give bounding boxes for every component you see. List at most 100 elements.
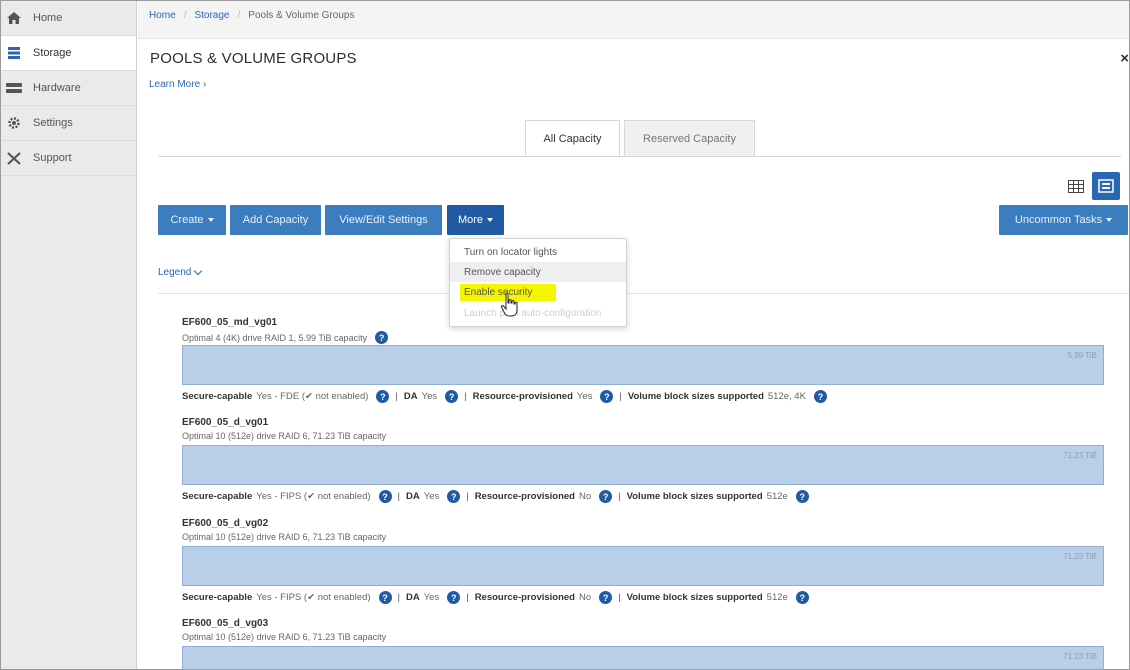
sidebar-item-label: Settings (33, 117, 73, 129)
secure-capable-key: Secure-capable (182, 391, 253, 402)
help-icon[interactable]: ? (599, 490, 613, 503)
pool-description-text: Optimal 10 (512e) drive RAID 6, 71.23 Ti… (182, 632, 387, 642)
hand-cursor-icon (500, 292, 520, 318)
da-key: DA (405, 491, 420, 502)
capacity-bar[interactable]: 5.99 TiB (182, 345, 1104, 385)
help-icon[interactable]: ? (795, 490, 809, 503)
da-value: Yes (423, 592, 440, 603)
breadcrumb-separator: / (237, 10, 241, 21)
sidebar-item-storage[interactable]: Storage (1, 36, 136, 71)
pool-name[interactable]: EF600_05_d_vg01 (182, 417, 268, 428)
breadcrumb-storage[interactable]: Storage (194, 10, 229, 21)
breadcrumb: Home / Storage / Pools & Volume Groups (149, 10, 354, 21)
sidebar-item-hardware[interactable]: Hardware (1, 71, 136, 106)
legend-label: Legend (158, 267, 192, 278)
help-icon[interactable]: ? (600, 390, 614, 403)
menu-item-locator-lights[interactable]: Turn on locator lights (450, 242, 626, 262)
chevron-down-icon (207, 218, 214, 222)
block-sizes-value: 512e (766, 592, 788, 603)
block-sizes-key: Volume block sizes supported (626, 592, 763, 603)
hardware-icon (3, 80, 25, 96)
view-edit-settings-button[interactable]: View/Edit Settings (325, 205, 442, 235)
pool-description-text: Optimal 10 (512e) drive RAID 6, 71.23 Ti… (182, 431, 387, 441)
pool-attributes: Secure-capable Yes - FIPS (✔ not enabled… (182, 591, 809, 604)
secure-capable-key: Secure-capable (182, 491, 253, 502)
capacity-bar[interactable]: 71.23 TiB (182, 646, 1104, 669)
help-icon[interactable]: ? (447, 591, 461, 604)
close-icon[interactable]: × (1120, 50, 1129, 67)
pool-description: Optimal 4 (4K) drive RAID 1, 5.99 TiB ca… (182, 331, 389, 344)
pool-name[interactable]: EF600_05_md_vg01 (182, 317, 277, 328)
tabs-divider (158, 156, 1121, 157)
sidebar-item-support[interactable]: Support (1, 141, 136, 176)
attribute-separator: | (619, 391, 622, 402)
chevron-down-icon (487, 218, 494, 222)
attribute-separator: | (466, 491, 469, 502)
help-icon[interactable]: ? (447, 490, 461, 503)
more-dropdown-menu: Turn on locator lights Remove capacity E… (449, 238, 627, 327)
app-window: Home Storage Hardware Settings Support H… (0, 0, 1130, 670)
resource-provisioned-value: Yes (576, 391, 593, 402)
attribute-separator: | (464, 391, 467, 402)
tab-reserved-capacity[interactable]: Reserved Capacity (624, 120, 755, 157)
help-icon[interactable]: ? (375, 331, 389, 344)
sidebar-item-label: Storage (33, 47, 72, 59)
capacity-bar[interactable]: 71.23 TiB (182, 546, 1104, 586)
help-icon[interactable]: ? (795, 591, 809, 604)
more-button-label: More (457, 214, 484, 226)
pool-attributes: Secure-capable Yes - FIPS (✔ not enabled… (182, 490, 809, 503)
capacity-label: 71.23 TiB (1063, 552, 1097, 561)
menu-item-enable-security[interactable]: Enable security (450, 282, 626, 302)
block-sizes-key: Volume block sizes supported (627, 391, 764, 402)
learn-more-link[interactable]: Learn More › (149, 79, 206, 90)
da-key: DA (405, 592, 420, 603)
pool-description-text: Optimal 10 (512e) drive RAID 6, 71.23 Ti… (182, 532, 387, 542)
sidebar-item-settings[interactable]: Settings (1, 106, 136, 141)
capacity-label: 71.23 TiB (1063, 652, 1097, 661)
pool-name[interactable]: EF600_05_d_vg02 (182, 518, 268, 529)
pool-description: Optimal 10 (512e) drive RAID 6, 71.23 Ti… (182, 632, 386, 642)
block-sizes-value: 512e (766, 491, 788, 502)
gear-icon (3, 115, 25, 131)
da-value: Yes (421, 391, 438, 402)
attribute-separator: | (618, 592, 621, 603)
menu-item-remove-capacity[interactable]: Remove capacity (450, 262, 626, 282)
capacity-label: 5.99 TiB (1067, 351, 1097, 360)
secure-capable-value: Yes - FDE (✔ not enabled) (256, 391, 369, 402)
help-icon[interactable]: ? (445, 390, 459, 403)
block-sizes-value: 512e, 4K (767, 391, 806, 402)
add-capacity-button[interactable]: Add Capacity (230, 205, 321, 235)
help-icon[interactable]: ? (378, 490, 392, 503)
sidebar-item-label: Home (33, 12, 63, 24)
uncommon-tasks-button[interactable]: Uncommon Tasks (999, 205, 1128, 235)
table-view-icon[interactable] (1062, 172, 1090, 200)
help-icon[interactable]: ? (813, 390, 827, 403)
topbar: Home / Storage / Pools & Volume Groups (138, 1, 1129, 39)
secure-capable-key: Secure-capable (182, 592, 253, 603)
resource-provisioned-key: Resource-provisioned (472, 391, 573, 402)
attribute-separator: | (395, 391, 398, 402)
help-icon[interactable]: ? (376, 390, 390, 403)
chevron-down-icon (1106, 218, 1113, 222)
create-button[interactable]: Create (158, 205, 226, 235)
more-button[interactable]: More (447, 205, 504, 235)
tools-icon (3, 150, 25, 166)
page-title: POOLS & VOLUME GROUPS (150, 50, 357, 67)
sidebar-item-home[interactable]: Home (1, 1, 136, 36)
pool-name[interactable]: EF600_05_d_vg03 (182, 618, 268, 629)
breadcrumb-separator: / (183, 10, 187, 21)
pool-attributes: Secure-capable Yes - FDE (✔ not enabled)… (182, 390, 827, 403)
tab-all-capacity[interactable]: All Capacity (525, 120, 620, 157)
sidebar-item-label: Hardware (33, 82, 81, 94)
graphic-view-icon[interactable] (1092, 172, 1120, 200)
help-icon[interactable]: ? (378, 591, 392, 604)
resource-provisioned-value: No (579, 491, 592, 502)
chevron-down-icon (194, 266, 203, 276)
attribute-separator: | (397, 491, 400, 502)
breadcrumb-home[interactable]: Home (149, 10, 176, 21)
pool-description: Optimal 10 (512e) drive RAID 6, 71.23 Ti… (182, 532, 386, 542)
help-icon[interactable]: ? (599, 591, 613, 604)
capacity-bar[interactable]: 71.23 TiB (182, 445, 1104, 485)
breadcrumb-current: Pools & Volume Groups (248, 10, 355, 21)
legend-toggle[interactable]: Legend (158, 266, 203, 278)
